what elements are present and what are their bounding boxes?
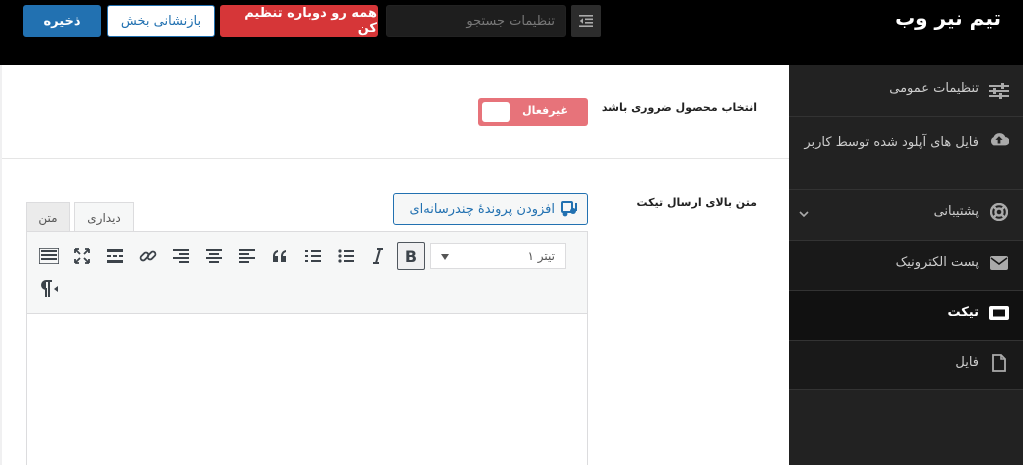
fullscreen-button[interactable] [68, 242, 96, 270]
text-direction-button[interactable] [35, 275, 63, 303]
sidebar-item-label: تیکت [947, 305, 979, 320]
settings-panel: انتخاب محصول ضروری باشد غیرفعال متن بالا… [2, 65, 789, 465]
tab-visual[interactable]: دیداری [74, 202, 134, 232]
brand-title: تیم نیر وب [895, 6, 1001, 30]
field-title: انتخاب محصول ضروری باشد [601, 101, 757, 114]
toggle-label: غیرفعال [522, 104, 568, 117]
sidebar-item-ticket[interactable]: تیکت [783, 291, 1023, 341]
fullscreen-icon [74, 248, 90, 264]
file-icon [989, 353, 1009, 373]
chevron-down-icon [799, 207, 809, 222]
sidebar-item-email[interactable]: پست الکترونیک [789, 241, 1023, 291]
media-icon [561, 201, 577, 217]
outdent-icon [579, 15, 593, 27]
search-toggle-button[interactable] [571, 5, 601, 37]
read-more-button[interactable] [101, 242, 129, 270]
sidebar-item-label: تنظیمات عمومی [889, 81, 979, 96]
sidebar-item-support[interactable]: پشتیبانی [789, 190, 1023, 241]
keyboard-icon [39, 248, 59, 264]
envelope-icon [989, 253, 1009, 273]
italic-button[interactable] [364, 242, 392, 270]
numbered-list-button[interactable] [299, 242, 327, 270]
quote-icon [273, 250, 286, 262]
numbered-list-icon [305, 250, 321, 262]
align-center-icon [206, 249, 222, 263]
align-left-icon [239, 249, 255, 263]
top-bar: تیم نیر وب ذخیره بازنشانی بخش همه رو دوب… [0, 0, 1023, 65]
insert-link-button[interactable] [134, 242, 162, 270]
sidebar-item-file[interactable]: فایل [789, 341, 1023, 390]
align-center-button[interactable] [200, 242, 228, 270]
bullet-list-icon [338, 249, 354, 263]
add-media-label: افزودن پروندهٔ چندرسانه‌ای [409, 201, 556, 217]
align-right-button[interactable] [167, 242, 195, 270]
sidebar-item-general-settings[interactable]: تنظیمات عمومی [789, 65, 1023, 117]
caret-down-icon [441, 254, 449, 260]
italic-icon [373, 248, 383, 264]
sidebar: تنظیمات عمومی فایل های آپلود شده توسط کا… [783, 65, 1023, 465]
add-media-button[interactable]: افزودن پروندهٔ چندرسانه‌ای [393, 193, 588, 225]
align-right-icon [173, 249, 189, 263]
cloud-upload-icon [989, 129, 1009, 149]
sidebar-item-label: فایل [955, 355, 979, 370]
sliders-icon [989, 81, 1009, 101]
save-button[interactable]: ذخیره [23, 5, 101, 37]
sidebar-item-user-uploads[interactable]: فایل های آپلود شده توسط کاربر [789, 117, 1023, 190]
text-editor: تیتر ۱ B [26, 231, 588, 465]
editor-toolbar: تیتر ۱ B [27, 232, 587, 314]
reset-section-button[interactable]: بازنشانی بخش [107, 5, 215, 37]
field-title: متن بالای ارسال تیکت [636, 196, 757, 209]
tab-text[interactable]: متن [26, 202, 70, 232]
required-product-toggle[interactable]: غیرفعال [478, 98, 588, 126]
field-required-product: انتخاب محصول ضروری باشد غیرفعال [2, 65, 789, 159]
sidebar-item-label: پست الکترونیک [895, 255, 979, 270]
link-icon [139, 250, 157, 262]
ticket-icon [989, 303, 1009, 323]
toolbar-toggle-button[interactable] [35, 242, 63, 270]
bold-button[interactable]: B [397, 242, 425, 270]
toggle-knob [482, 102, 510, 122]
lifebuoy-icon [989, 202, 1009, 222]
read-more-icon [107, 249, 123, 263]
search-input[interactable]: تنظیمات جستجو [386, 5, 566, 37]
format-select-value: تیتر ۱ [527, 249, 555, 263]
sidebar-item-label: پشتیبانی [933, 204, 979, 219]
blockquote-button[interactable] [266, 242, 294, 270]
paragraph-rtl-icon [41, 280, 58, 297]
sidebar-item-label: فایل های آپلود شده توسط کاربر [804, 135, 979, 150]
format-select[interactable]: تیتر ۱ [430, 243, 566, 269]
align-left-button[interactable] [233, 242, 261, 270]
reset-all-button[interactable]: همه رو دوباره تنظیم کن [220, 5, 378, 37]
bullet-list-button[interactable] [332, 242, 360, 270]
